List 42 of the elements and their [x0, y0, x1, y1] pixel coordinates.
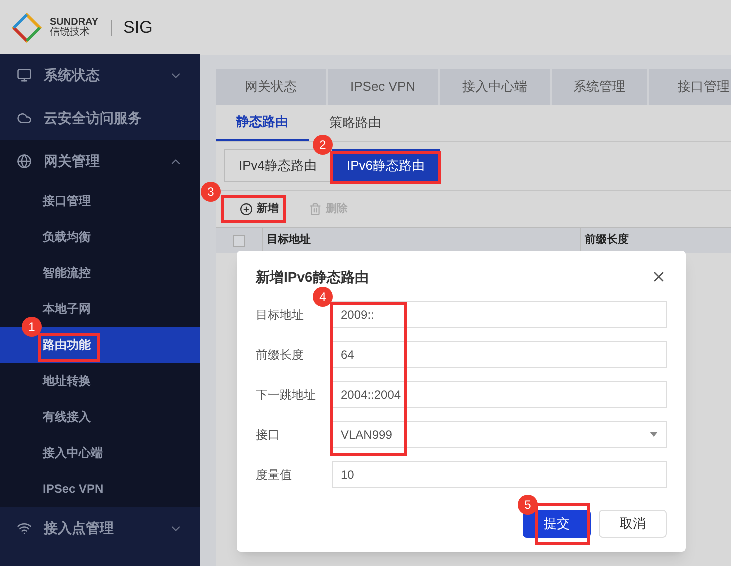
- field-label: 前缀长度: [256, 346, 305, 364]
- highlight-frame-overlay: [38, 333, 100, 362]
- product-name: SIG: [124, 16, 153, 39]
- brand-name: SUNDRAY: [50, 18, 99, 28]
- top-tab[interactable]: 网关状态: [216, 69, 326, 105]
- step-number: 3: [201, 182, 221, 202]
- top-tab[interactable]: 接口管理: [649, 69, 731, 105]
- submenu-item[interactable]: 地址转换: [0, 363, 200, 399]
- trash-icon: [309, 202, 322, 216]
- sub-tab[interactable]: 静态路由: [216, 105, 309, 141]
- highlight-frame-overlay: [535, 503, 590, 545]
- brand-chinese-name: 信锐技术: [50, 28, 90, 38]
- cancel-button[interactable]: 取消: [599, 510, 667, 538]
- top-tab[interactable]: IPSec VPN: [328, 69, 438, 105]
- column-header: 前缀长度: [585, 232, 629, 248]
- field-label: 度量值: [256, 466, 293, 484]
- segment-button[interactable]: IPv4静态路由: [224, 149, 332, 182]
- submenu-item[interactable]: 智能流控: [0, 255, 200, 291]
- field-label: 接口: [256, 426, 281, 444]
- wifi-icon: [17, 521, 32, 536]
- plus-icon: [240, 202, 253, 216]
- top-tab[interactable]: 接入中心端: [440, 69, 550, 105]
- top-tab[interactable]: 系统管理: [552, 69, 647, 105]
- submenu-item[interactable]: 接口管理: [0, 183, 200, 219]
- cloud-icon: [17, 111, 32, 126]
- dropdown-arrow-icon: [650, 432, 658, 437]
- monitor-icon: [17, 68, 32, 83]
- submenu-item[interactable]: IPSec VPN: [0, 471, 200, 507]
- submenu-item[interactable]: 有线接入: [0, 399, 200, 435]
- field-label: 目标地址: [256, 306, 305, 324]
- submenu-item[interactable]: 接入中心端: [0, 435, 200, 471]
- input-field[interactable]: 10: [332, 461, 667, 488]
- checkbox[interactable]: [233, 234, 245, 246]
- globe-icon: [17, 154, 32, 169]
- sidebar-item[interactable]: 网关管理: [0, 140, 200, 183]
- add-button[interactable]: 新增: [236, 200, 283, 218]
- dialog-title: 新增IPv6静态路由: [256, 268, 369, 286]
- highlight-frame-overlay: [221, 195, 286, 223]
- submenu-item[interactable]: 负载均衡: [0, 219, 200, 255]
- logo-icon: [12, 12, 42, 42]
- field-label: 下一跳地址: [256, 386, 317, 404]
- column-header: 目标地址: [267, 232, 311, 248]
